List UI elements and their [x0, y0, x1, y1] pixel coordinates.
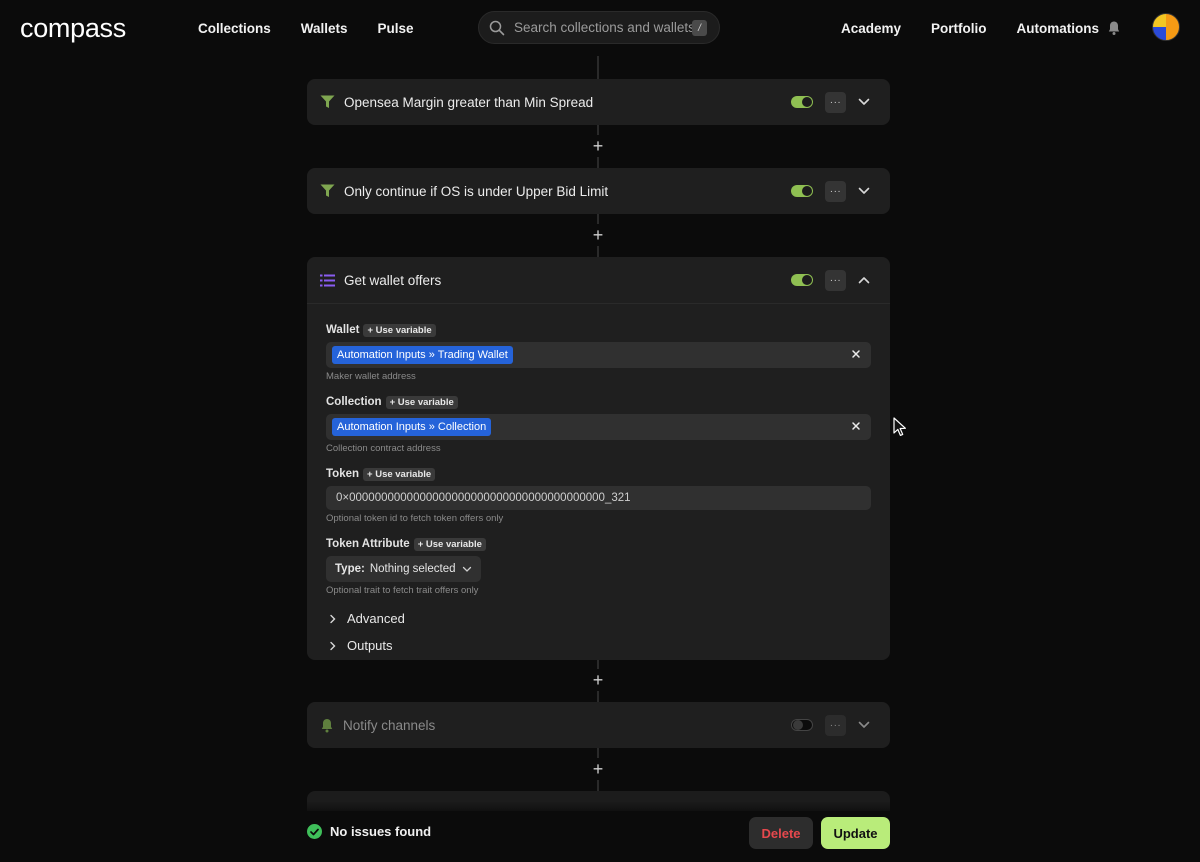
step-card: Only continue if OS is under Upper Bid L…	[307, 168, 890, 214]
variable-chip[interactable]: Automation Inputs » Trading Wallet	[332, 346, 513, 364]
bell-icon	[321, 718, 333, 732]
step-header[interactable]: Opensea Margin greater than Min Spread ·…	[307, 79, 890, 125]
wallet-field[interactable]: Automation Inputs » Trading Wallet	[326, 342, 871, 368]
search-input[interactable]: Search collections and wallets /	[478, 11, 720, 44]
token-attribute-hint: Optional trait to fetch trait offers onl…	[326, 585, 479, 596]
collection-hint: Collection contract address	[326, 443, 441, 454]
select-value: Nothing selected	[369, 563, 456, 575]
chevron-down-icon	[462, 566, 471, 572]
more-options-button[interactable]: ···	[825, 92, 846, 113]
step-title: Opensea Margin greater than Min Spread	[344, 94, 594, 110]
nav-automations[interactable]: Automations	[1017, 21, 1100, 36]
chevron-down-icon[interactable]	[857, 95, 871, 109]
notifications-bell-icon[interactable]	[1107, 20, 1121, 36]
search-shortcut-badge: /	[692, 20, 707, 36]
chevron-right-icon	[330, 614, 336, 623]
nav-pulse[interactable]: Pulse	[378, 21, 414, 36]
use-variable-button[interactable]: + Use variable	[413, 537, 486, 551]
step-enabled-toggle[interactable]	[791, 274, 813, 286]
step-title: Only continue if OS is under Upper Bid L…	[344, 183, 609, 199]
wallet-label: Wallet + Use variable	[326, 322, 871, 338]
token-field[interactable]: 0×00000000000000000000000000000000000000…	[326, 486, 871, 510]
more-options-button[interactable]: ···	[825, 270, 846, 291]
token-value: 0×00000000000000000000000000000000000000…	[336, 492, 631, 504]
add-step-button[interactable]: +	[587, 224, 609, 246]
step-card-expanded: Get wallet offers ··· Wallet + Use varia…	[307, 257, 890, 660]
step-card: Notify channels ···	[307, 702, 890, 748]
flow-connector	[597, 56, 599, 80]
nav-left: Collections Wallets Pulse	[198, 0, 414, 56]
token-attribute-label: Token Attribute + Use variable	[326, 536, 871, 552]
wallet-hint: Maker wallet address	[326, 371, 416, 382]
chevron-right-icon	[330, 641, 336, 650]
nav-academy[interactable]: Academy	[841, 21, 901, 36]
advanced-label: Advanced	[347, 611, 405, 626]
step-enabled-toggle[interactable]	[791, 96, 813, 108]
collection-field[interactable]: Automation Inputs » Collection	[326, 414, 871, 440]
chevron-up-icon[interactable]	[857, 273, 871, 287]
nav-portfolio[interactable]: Portfolio	[931, 21, 987, 36]
add-step-button[interactable]: +	[587, 669, 609, 691]
step-enabled-toggle[interactable]	[791, 185, 813, 197]
add-step-button[interactable]: +	[587, 758, 609, 780]
step-header[interactable]: Only continue if OS is under Upper Bid L…	[307, 168, 890, 214]
use-variable-label: Use variable	[375, 468, 432, 480]
step-title: Notify channels	[343, 717, 436, 733]
use-variable-button[interactable]: + Use variable	[385, 395, 458, 409]
more-options-button[interactable]: ···	[825, 181, 846, 202]
nav-wallets[interactable]: Wallets	[301, 21, 348, 36]
step-enabled-toggle[interactable]	[791, 719, 813, 731]
token-label: Token + Use variable	[326, 466, 871, 482]
use-variable-button[interactable]: + Use variable	[363, 323, 436, 337]
advanced-expander[interactable]: Advanced	[326, 605, 871, 632]
search-icon	[489, 20, 505, 35]
nav-right: Academy Portfolio Automations	[841, 0, 1099, 56]
filter-icon	[320, 95, 335, 108]
use-variable-button[interactable]: + Use variable	[363, 467, 436, 481]
avatar[interactable]	[1152, 13, 1180, 41]
step-title: Get wallet offers	[344, 272, 442, 288]
wallet-label-text: Wallet	[326, 324, 360, 336]
list-icon	[320, 274, 335, 286]
delete-button[interactable]: Delete	[749, 817, 813, 849]
update-button[interactable]: Update	[821, 817, 890, 849]
variable-chip[interactable]: Automation Inputs » Collection	[332, 418, 492, 436]
use-variable-label: Use variable	[375, 324, 432, 336]
more-options-button[interactable]: ···	[825, 715, 846, 736]
chevron-down-icon[interactable]	[857, 718, 871, 732]
bottom-bar	[0, 801, 1200, 862]
mouse-cursor-icon	[893, 417, 906, 436]
clear-icon[interactable]	[851, 421, 861, 431]
search-placeholder: Search collections and wallets	[514, 20, 695, 35]
top-nav: compass Collections Wallets Pulse Search…	[0, 0, 1200, 56]
step-card: Opensea Margin greater than Min Spread ·…	[307, 79, 890, 125]
clear-icon[interactable]	[851, 349, 861, 359]
logo[interactable]: compass	[20, 13, 126, 44]
select-label: Type:	[335, 563, 365, 575]
outputs-expander[interactable]: Outputs	[326, 632, 871, 659]
outputs-label: Outputs	[347, 638, 393, 653]
collection-label-text: Collection	[326, 396, 382, 408]
collection-label: Collection + Use variable	[326, 394, 871, 410]
use-variable-label: Use variable	[425, 538, 482, 550]
token-attribute-type-select[interactable]: Type: Nothing selected	[326, 556, 481, 582]
check-circle-icon	[307, 824, 322, 839]
step-form: Wallet + Use variable Automation Inputs …	[307, 303, 890, 659]
step-header[interactable]: Get wallet offers ···	[307, 257, 890, 303]
chevron-down-icon[interactable]	[857, 184, 871, 198]
validation-status: No issues found	[307, 824, 431, 839]
token-hint: Optional token id to fetch token offers …	[326, 513, 504, 524]
add-step-button[interactable]: +	[587, 135, 609, 157]
nav-collections[interactable]: Collections	[198, 21, 271, 36]
status-text: No issues found	[330, 824, 432, 839]
filter-icon	[320, 184, 335, 197]
step-header[interactable]: Notify channels ···	[307, 702, 890, 748]
use-variable-label: Use variable	[397, 396, 454, 408]
token-attribute-label-text: Token Attribute	[326, 538, 410, 550]
token-label-text: Token	[326, 468, 360, 480]
